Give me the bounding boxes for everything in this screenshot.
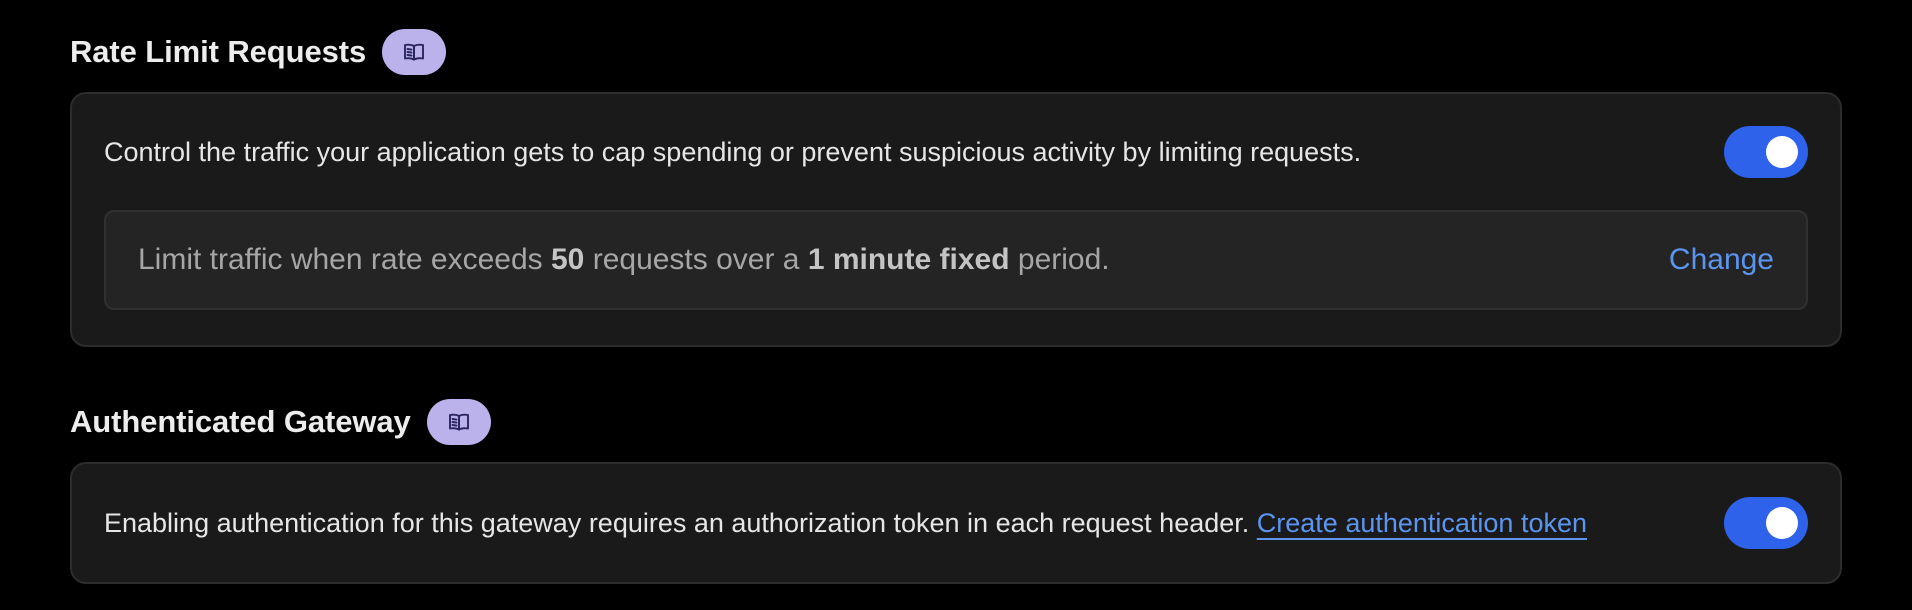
- create-auth-token-link[interactable]: Create authentication token: [1257, 508, 1587, 538]
- rule-suffix: period.: [1017, 243, 1110, 276]
- rate-limit-rule-box: Limit traffic when rate exceeds 50 reque…: [104, 210, 1808, 310]
- rate-limit-rule-text: Limit traffic when rate exceeds 50 reque…: [138, 243, 1110, 277]
- auth-gateway-description: Enabling authentication for this gateway…: [104, 508, 1587, 539]
- toggle-knob: [1766, 136, 1798, 168]
- rate-limit-header: Rate Limit Requests: [70, 24, 1842, 80]
- auth-gateway-toggle[interactable]: [1724, 497, 1808, 549]
- auth-gateway-card: Enabling authentication for this gateway…: [70, 462, 1842, 584]
- rule-count: 50: [550, 243, 585, 276]
- auth-gateway-header: Authenticated Gateway: [70, 394, 1842, 450]
- rule-prefix: Limit traffic when rate exceeds: [138, 243, 543, 276]
- auth-gateway-title: Authenticated Gateway: [70, 404, 411, 439]
- rate-limit-row: Control the traffic your application get…: [104, 94, 1808, 210]
- settings-page: Rate Limit Requests Control the traffic …: [0, 24, 1912, 610]
- rule-period: 1 minute fixed: [807, 243, 1010, 276]
- auth-gateway-row: Enabling authentication for this gateway…: [104, 464, 1808, 582]
- rate-limit-docs-button[interactable]: [382, 29, 447, 75]
- auth-description-text: Enabling authentication for this gateway…: [104, 507, 1250, 538]
- rate-limit-title: Rate Limit Requests: [70, 34, 367, 69]
- toggle-knob: [1766, 507, 1798, 539]
- book-icon: [448, 413, 469, 431]
- change-rate-limit-link[interactable]: Change: [1669, 243, 1774, 277]
- rate-limit-toggle[interactable]: [1724, 126, 1808, 178]
- rate-limit-card: Control the traffic your application get…: [70, 92, 1842, 347]
- book-icon: [404, 43, 425, 61]
- auth-gateway-docs-button[interactable]: [426, 399, 491, 445]
- rate-limit-description: Control the traffic your application get…: [104, 136, 1362, 167]
- rule-middle: requests over a: [592, 243, 800, 276]
